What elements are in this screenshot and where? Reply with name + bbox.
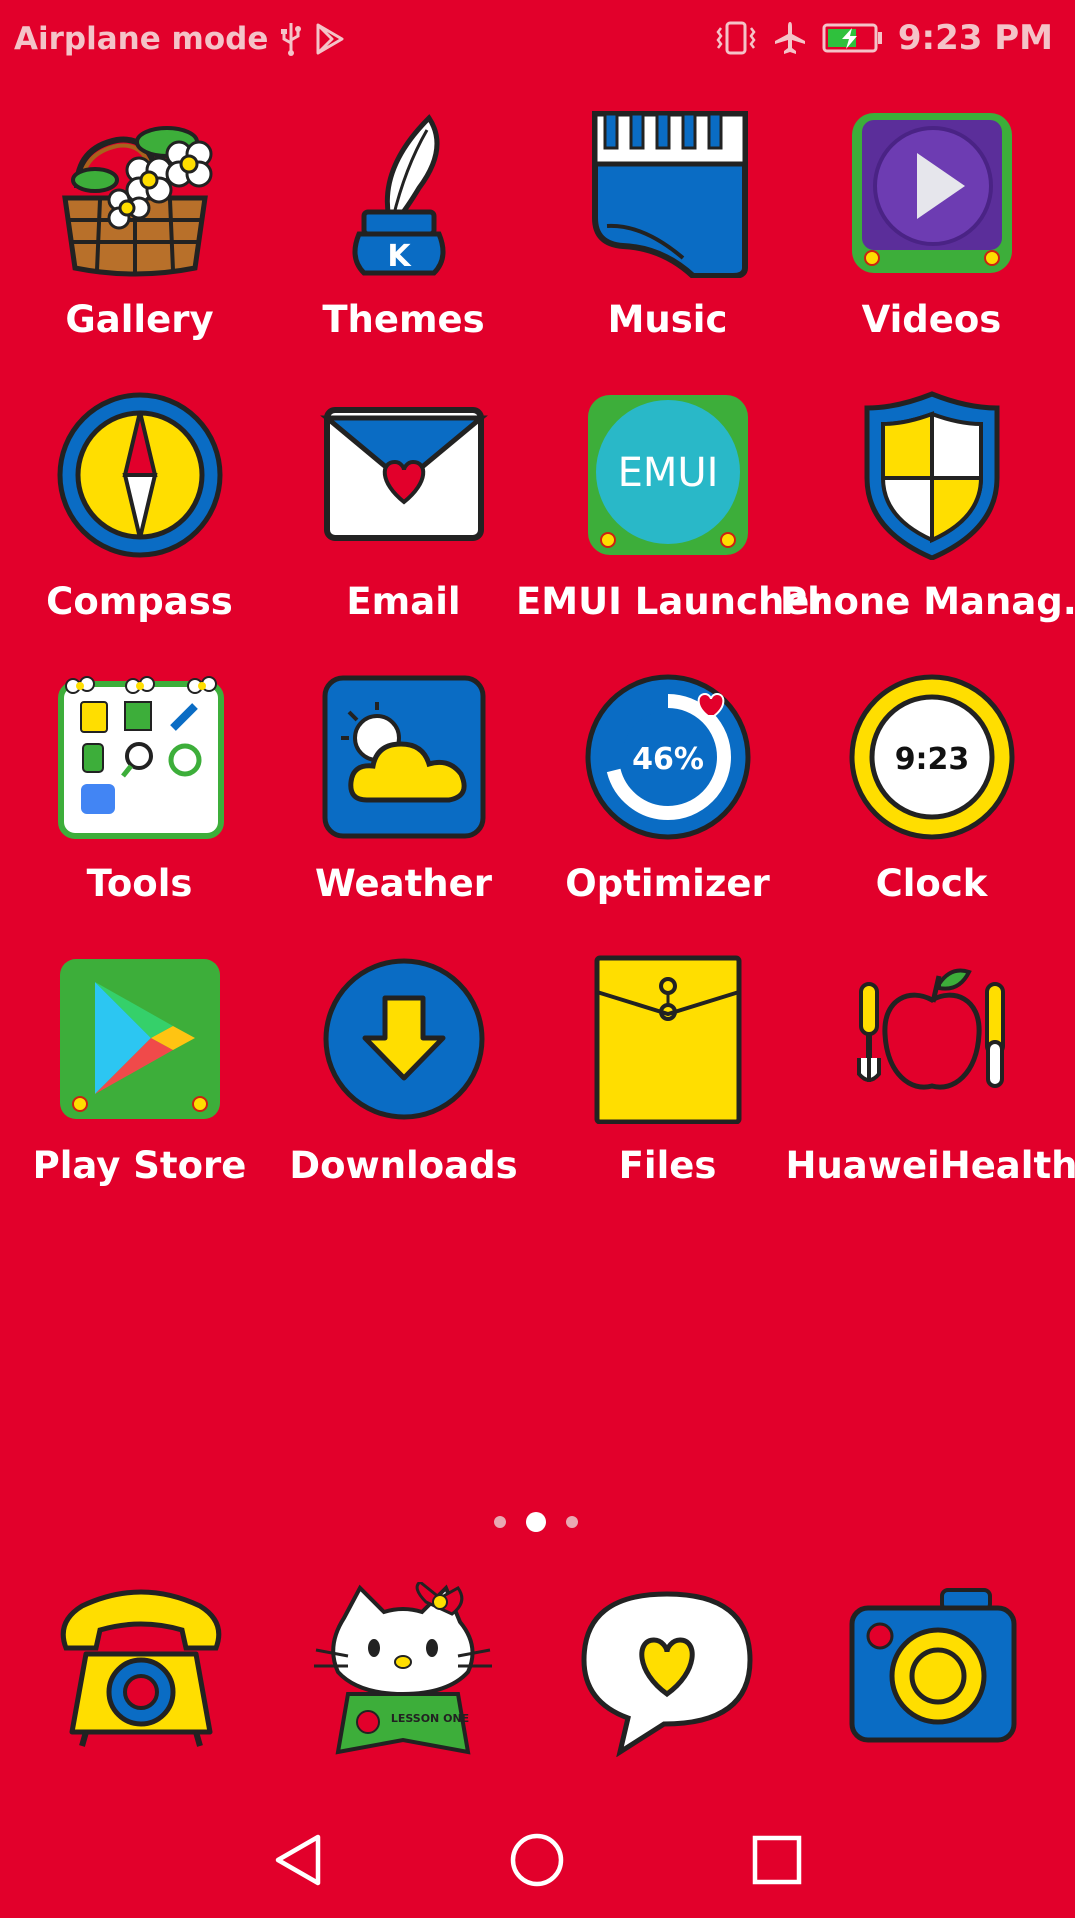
page-dot[interactable]: [566, 1516, 578, 1528]
app-label: Files: [618, 1144, 717, 1187]
app-label: Play Store: [32, 1144, 247, 1187]
clock-icon: 9:23: [849, 674, 1014, 840]
dock-phone[interactable]: [46, 1582, 236, 1757]
vibrate-icon: [716, 21, 756, 55]
messages-heart-bubble-icon: [581, 1591, 753, 1758]
app-label: Phone Manag..: [780, 580, 1075, 623]
airplane-mode-text: Airplane mode: [14, 21, 269, 57]
app-label: Music: [607, 298, 728, 341]
battery-charging-icon: [822, 23, 882, 53]
status-bar: Airplane mode 9:23 PM: [0, 0, 1075, 78]
page-dot-active[interactable]: [526, 1512, 546, 1532]
app-play-store[interactable]: Play Store: [8, 954, 271, 1214]
phone-manager-shield-icon: [864, 391, 999, 560]
back-icon[interactable]: [262, 1825, 332, 1895]
recents-icon[interactable]: [742, 1825, 812, 1895]
page-dot[interactable]: [494, 1516, 506, 1528]
app-label: EMUI Launcher: [516, 580, 828, 623]
navigation-bar: [0, 1800, 1075, 1918]
tools-folder-icon: [57, 676, 224, 839]
app-gallery[interactable]: Gallery: [8, 108, 271, 368]
app-themes[interactable]: K Themes: [272, 108, 535, 368]
clock-time: 9:23 PM: [897, 18, 1053, 58]
app-label: Optimizer: [565, 862, 770, 905]
hello-kitty-contacts-icon: LESSON ONE: [314, 1580, 492, 1755]
app-label: Downloads: [289, 1144, 518, 1187]
dock-camera[interactable]: [838, 1582, 1028, 1757]
phone-telephone-icon: [60, 1589, 222, 1747]
camera-icon: [849, 1588, 1017, 1743]
app-tools[interactable]: Tools: [8, 672, 271, 932]
music-piano-icon: [591, 111, 748, 278]
app-label: HuaweiHealth: [785, 1144, 1075, 1187]
app-label: Weather: [315, 862, 492, 905]
dock-messages[interactable]: [572, 1582, 762, 1758]
play-store-notification-icon: [316, 23, 344, 55]
app-files[interactable]: Files: [536, 954, 799, 1214]
emui-launcher-icon: EMUI: [587, 395, 748, 555]
app-downloads[interactable]: Downloads: [272, 954, 535, 1214]
themes-quill-icon: K: [352, 114, 445, 276]
app-label: Email: [346, 580, 461, 623]
downloads-arrow-icon: [323, 958, 484, 1120]
app-label: Tools: [86, 862, 193, 905]
dock-contacts[interactable]: LESSON ONE: [308, 1580, 498, 1757]
app-label: Compass: [46, 580, 233, 623]
svg-text:K: K: [387, 239, 412, 274]
app-label: Gallery: [65, 298, 214, 341]
app-phone-manager[interactable]: Phone Manag..: [780, 390, 1075, 650]
app-label: Clock: [875, 862, 988, 905]
optimizer-icon-text: 46%: [632, 742, 704, 777]
weather-cloud-icon: [322, 675, 485, 839]
app-compass[interactable]: Compass: [8, 390, 271, 650]
app-email[interactable]: Email: [272, 390, 535, 650]
app-optimizer[interactable]: 46% Optimizer: [536, 672, 799, 932]
app-clock[interactable]: 9:23 Clock: [800, 672, 1063, 932]
contacts-icon-text: LESSON ONE: [391, 1712, 469, 1725]
home-icon[interactable]: [502, 1825, 572, 1895]
files-envelope-icon: [594, 955, 741, 1124]
app-huawei-health[interactable]: HuaweiHealth: [786, 954, 1075, 1214]
clock-icon-text: 9:23: [894, 742, 969, 777]
compass-icon: [57, 392, 222, 558]
app-videos[interactable]: Videos: [800, 108, 1063, 368]
gallery-basket-icon: [61, 126, 212, 277]
page-indicator: [0, 1510, 1075, 1534]
app-emui-launcher[interactable]: EMUI EMUI Launcher: [516, 390, 828, 650]
email-envelope-icon: [319, 407, 488, 541]
app-label: Videos: [861, 298, 1002, 341]
play-store-icon: [59, 959, 220, 1119]
app-weather[interactable]: Weather: [272, 672, 535, 932]
emui-icon-text: EMUI: [617, 450, 718, 496]
app-music[interactable]: Music: [536, 108, 799, 368]
airplane-icon: [774, 22, 805, 54]
optimizer-gauge-icon: 46%: [585, 674, 750, 840]
videos-play-icon: [851, 113, 1012, 273]
usb-icon: [281, 23, 302, 56]
app-label: Themes: [322, 298, 485, 341]
health-apple-icon: [856, 968, 1005, 1090]
